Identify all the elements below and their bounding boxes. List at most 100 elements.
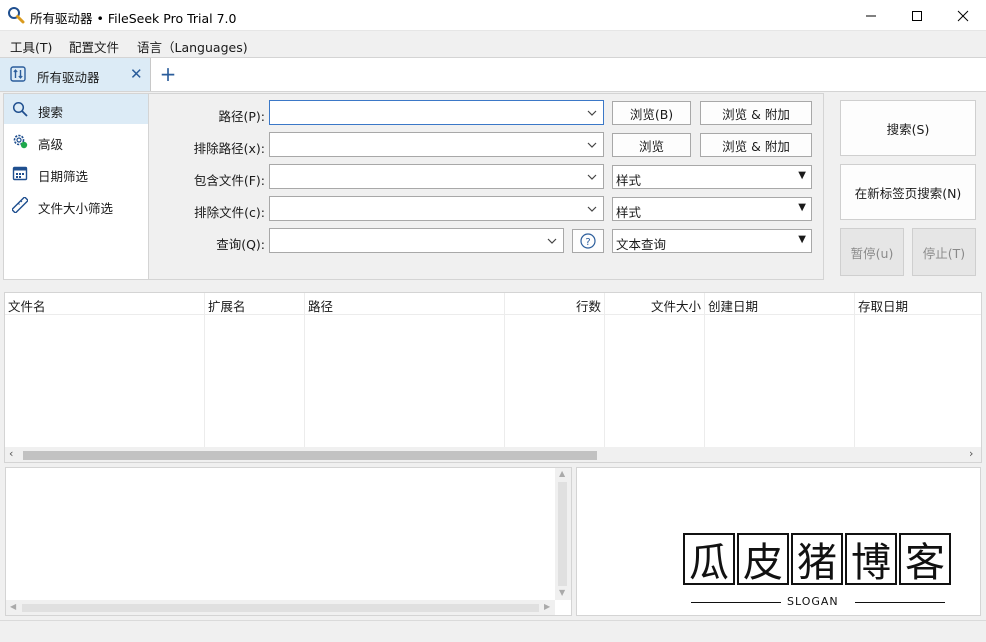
scroll-left-icon[interactable]: ‹	[9, 447, 13, 460]
search-icon	[12, 101, 28, 117]
path-combobox[interactable]	[269, 100, 604, 125]
sidebar-item-date-filter[interactable]: 日期筛选	[4, 158, 148, 188]
sidebar-item-label: 日期筛选	[38, 169, 89, 184]
close-icon	[957, 10, 969, 21]
status-bar	[0, 620, 986, 642]
scrollbar-thumb[interactable]	[23, 451, 597, 460]
menu-language[interactable]: 语言（Languages)	[137, 37, 248, 56]
logo-char: 猪	[791, 533, 843, 586]
column-divider	[854, 293, 855, 447]
menu-tools[interactable]: 工具(T)	[10, 37, 52, 56]
sidebar-item-label: 文件大小筛选	[38, 201, 114, 216]
column-header-path[interactable]: 路径	[308, 296, 333, 315]
chevron-down-icon[interactable]	[587, 204, 597, 214]
path-input[interactable]	[272, 103, 572, 122]
column-divider	[704, 293, 705, 447]
include-files-combobox[interactable]	[269, 164, 604, 189]
help-icon: ?	[580, 233, 596, 249]
tab-close-icon[interactable]: ✕	[130, 65, 143, 83]
exclude-path-input[interactable]	[272, 135, 572, 154]
menu-bar: 工具(T) 配置文件 语言（Languages)	[0, 31, 986, 58]
svg-text:?: ?	[585, 237, 590, 248]
chevron-down-icon[interactable]	[547, 236, 557, 246]
scroll-down-icon[interactable]: ▼	[559, 588, 565, 597]
query-input[interactable]	[272, 231, 534, 250]
logo-char: 博	[845, 533, 897, 586]
include-files-input[interactable]	[272, 167, 572, 186]
close-window-button[interactable]	[940, 0, 986, 31]
search-new-tab-button[interactable]: 在新标签页搜索(N)	[840, 164, 976, 220]
exclude-files-label: 排除文件(c):	[194, 205, 265, 220]
maximize-button[interactable]	[894, 0, 940, 31]
exclude-style-select[interactable]: 样式 ▼	[612, 197, 812, 221]
menu-profile[interactable]: 配置文件	[69, 37, 119, 56]
tab-strip: 所有驱动器 ✕ +	[0, 58, 986, 92]
vertical-scrollbar[interactable]: ▲ ▼	[555, 468, 571, 600]
scroll-up-icon[interactable]: ▲	[559, 469, 565, 478]
query-help-button[interactable]: ?	[572, 229, 604, 253]
browse-append-button[interactable]: 浏览 & 附加	[700, 101, 812, 125]
exclude-browse-button[interactable]: 浏览	[612, 133, 691, 157]
search-button[interactable]: 搜索(S)	[840, 100, 976, 156]
sidebar: 搜索 高级 日期筛选 文件大小筛选	[3, 93, 149, 280]
table-header	[5, 293, 981, 315]
scroll-right-icon[interactable]: ▶	[544, 602, 550, 611]
stop-button[interactable]: 停止(T)	[912, 228, 976, 276]
tab-all-drives[interactable]: 所有驱动器 ✕	[0, 58, 151, 91]
scrollbar-thumb[interactable]	[22, 604, 539, 612]
sidebar-item-search[interactable]: 搜索	[4, 94, 148, 124]
slogan-text: SLOGAN	[787, 595, 839, 608]
minimize-button[interactable]	[848, 0, 894, 31]
dropdown-arrow-icon: ▼	[798, 170, 806, 181]
browse-button[interactable]: 浏览(B)	[612, 101, 691, 125]
exclude-browse-append-button[interactable]: 浏览 & 附加	[700, 133, 812, 157]
sidebar-item-advanced[interactable]: 高级	[4, 126, 148, 156]
include-style-value: 样式	[616, 173, 642, 188]
query-type-select[interactable]: 文本查询 ▼	[612, 229, 812, 253]
query-combobox[interactable]	[269, 228, 564, 253]
column-header-extension[interactable]: 扩展名	[208, 296, 246, 315]
exclude-files-input[interactable]	[272, 199, 572, 218]
column-header-lines[interactable]: 行数	[535, 296, 601, 315]
horizontal-scrollbar[interactable]: ‹ ›	[5, 447, 981, 462]
exclude-path-label: 排除路径(x):	[193, 141, 265, 156]
column-header-accessed[interactable]: 存取日期	[858, 296, 908, 315]
exclude-path-combobox[interactable]	[269, 132, 604, 157]
results-table[interactable]: 文件名 扩展名 路径 行数 文件大小 创建日期 存取日期 ‹ ›	[4, 292, 982, 463]
chevron-down-icon[interactable]	[587, 172, 597, 182]
tab-label: 所有驱动器	[37, 70, 100, 85]
dropdown-arrow-icon: ▼	[798, 202, 806, 213]
include-style-select[interactable]: 样式 ▼	[612, 165, 812, 189]
query-label: 查询(Q):	[216, 237, 265, 252]
sidebar-item-label: 高级	[38, 137, 64, 152]
calendar-icon	[12, 166, 28, 181]
scroll-right-icon[interactable]: ›	[969, 447, 973, 460]
horizontal-scrollbar[interactable]: ◀ ▶	[6, 600, 555, 615]
add-tab-icon[interactable]: +	[158, 63, 178, 85]
pause-button[interactable]: 暂停(u)	[840, 228, 904, 276]
sliders-icon	[10, 66, 26, 82]
chevron-down-icon[interactable]	[587, 108, 597, 118]
column-header-filename[interactable]: 文件名	[8, 296, 46, 315]
query-type-value: 文本查询	[616, 237, 667, 252]
logo-char: 客	[899, 533, 951, 586]
dropdown-arrow-icon: ▼	[798, 234, 806, 245]
sidebar-item-size-filter[interactable]: 文件大小筛选	[4, 190, 148, 220]
column-header-size[interactable]: 文件大小	[621, 296, 701, 315]
column-divider	[304, 293, 305, 447]
title-bar: 所有驱动器 • FileSeek Pro Trial 7.0	[0, 0, 986, 31]
logo-char: 瓜	[683, 533, 735, 586]
window-title: 所有驱动器 • FileSeek Pro Trial 7.0	[30, 11, 237, 26]
scroll-left-icon[interactable]: ◀	[10, 602, 16, 611]
settings-gear-icon	[13, 134, 28, 149]
column-divider	[204, 293, 205, 447]
exclude-files-combobox[interactable]	[269, 196, 604, 221]
sidebar-item-label: 搜索	[38, 105, 64, 120]
include-files-label: 包含文件(F):	[193, 173, 265, 188]
column-header-created[interactable]: 创建日期	[708, 296, 758, 315]
slogan-rule	[855, 602, 945, 603]
preview-pane[interactable]: ▲ ▼ ◀ ▶	[5, 467, 572, 616]
column-divider	[604, 293, 605, 447]
chevron-down-icon[interactable]	[587, 140, 597, 150]
scrollbar-thumb[interactable]	[558, 482, 567, 586]
